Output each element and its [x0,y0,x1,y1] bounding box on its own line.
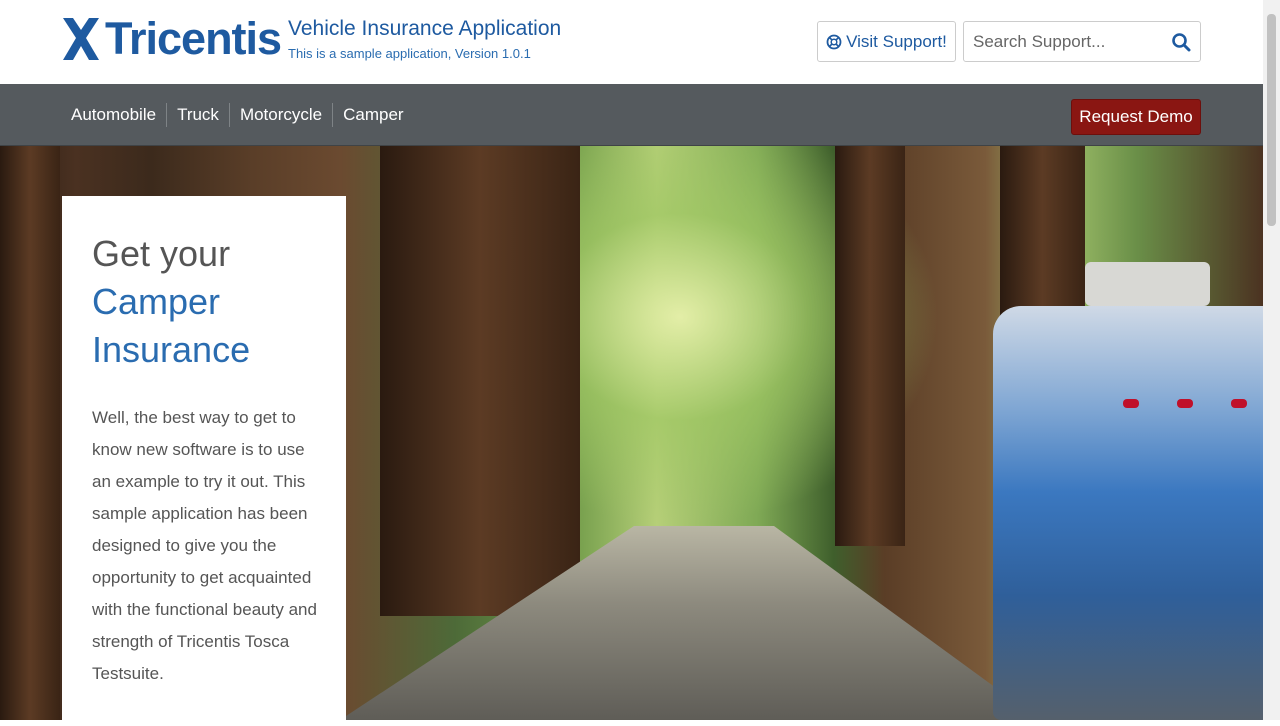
tree-trunk [0,146,60,720]
search-input[interactable] [964,22,1164,61]
tricentis-x-icon [63,18,99,60]
scrollbar-thumb[interactable] [1267,14,1276,226]
camper-trailer [993,306,1263,720]
main-nav: Automobile Truck Motorcycle Camper Reque… [0,84,1263,146]
logo-text: Tricentis [105,13,282,64]
app-subtitle: This is a sample application, Version 1.… [288,46,531,61]
camper-roof [1085,262,1210,306]
heading-line-2: Camper [92,281,221,322]
camper-light [1177,399,1193,408]
heading-line-1: Get your [92,233,231,274]
camper-light [1123,399,1139,408]
request-demo-button[interactable]: Request Demo [1071,99,1201,135]
lifebuoy-icon [826,34,842,49]
camper-light [1231,399,1247,408]
visit-support-label: Visit Support! [846,31,947,51]
visit-support-button[interactable]: Visit Support! [817,21,956,62]
tree-trunk [380,146,580,616]
search-box [963,21,1201,62]
nav-items: Automobile Truck Motorcycle Camper [61,103,414,127]
tree-trunk [835,146,905,546]
card-heading: Get your Camper Insurance [92,230,342,374]
nav-item-truck[interactable]: Truck [167,103,229,127]
search-icon[interactable] [1171,32,1191,52]
heading-line-3: Insurance [92,329,251,370]
nav-item-automobile[interactable]: Automobile [61,103,166,127]
app-title: Vehicle Insurance Application [288,17,562,40]
header: Tricentis Vehicle Insurance Application … [0,0,1263,84]
nav-item-motorcycle[interactable]: Motorcycle [230,103,332,127]
card-body: Well, the best way to get to know new so… [92,408,317,683]
nav-item-camper[interactable]: Camper [333,103,413,127]
tricentis-logo[interactable]: Tricentis [61,13,282,64]
page-scrollbar[interactable] [1263,0,1280,720]
intro-card: Get your Camper Insurance Well, the best… [62,196,346,726]
